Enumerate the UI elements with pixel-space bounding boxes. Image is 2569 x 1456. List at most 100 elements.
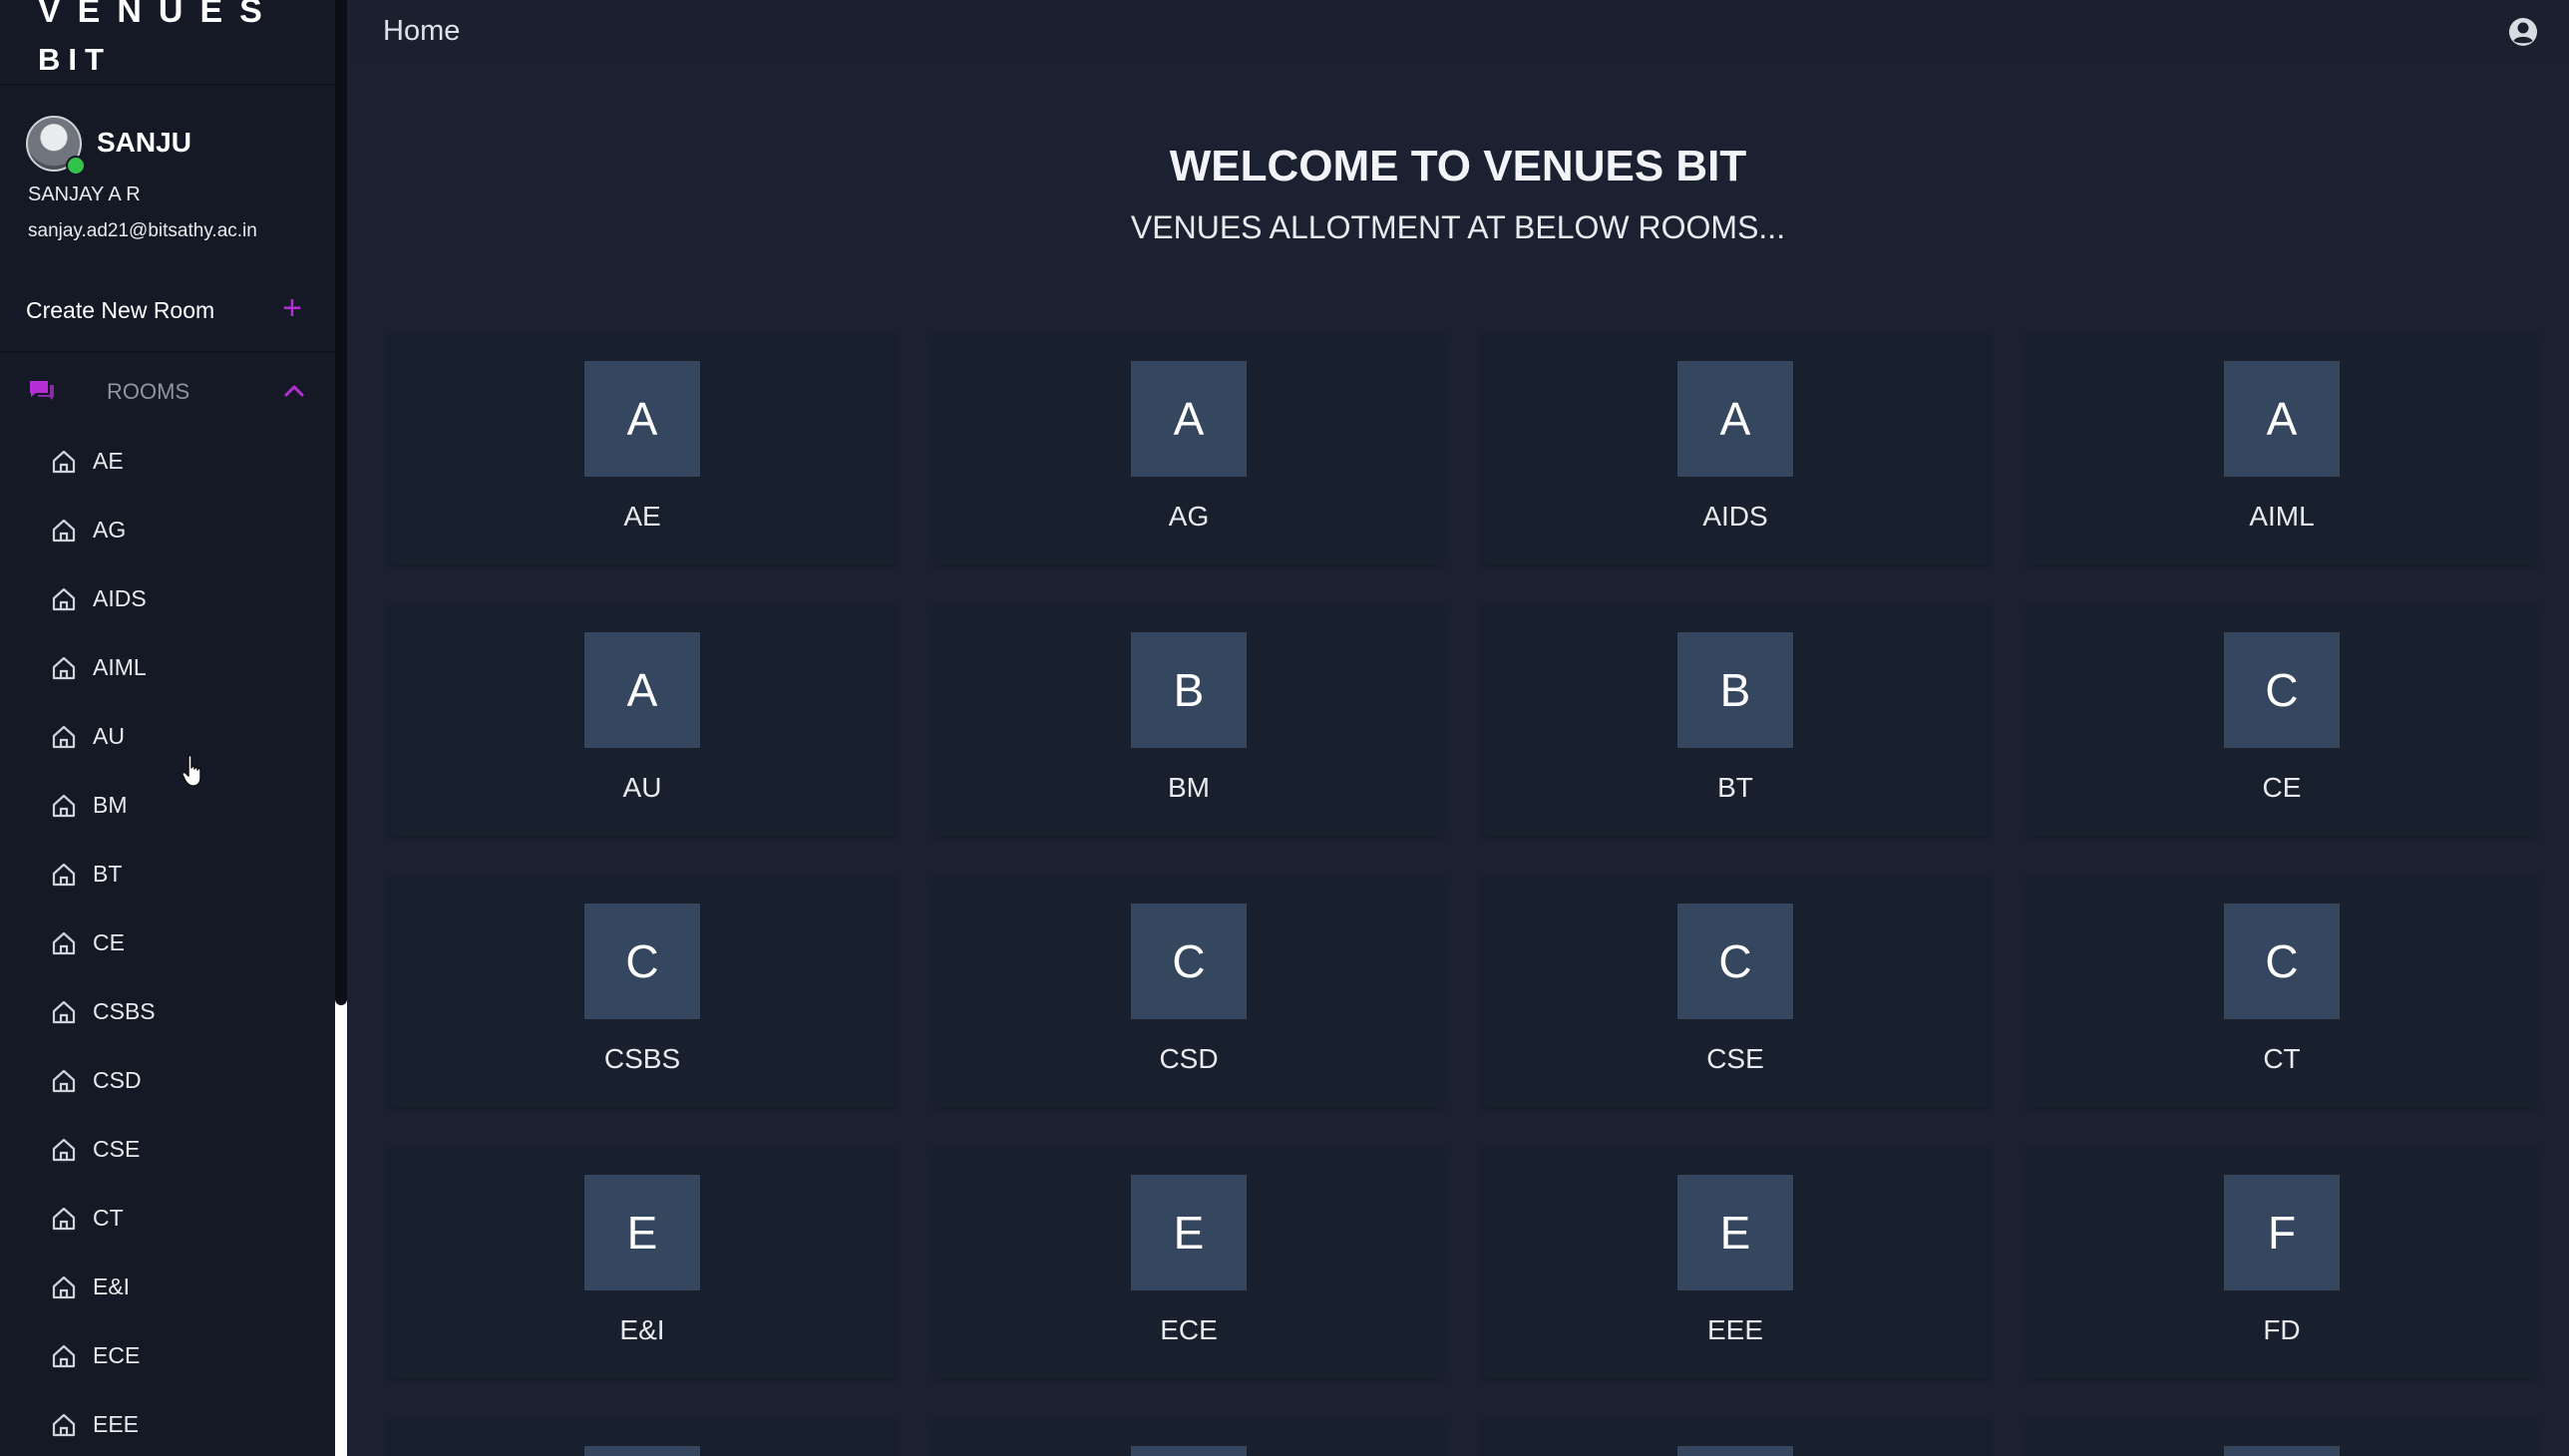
home-icon [52, 794, 76, 818]
room-card[interactable] [2028, 1418, 2535, 1456]
room-card[interactable]: C CSD [935, 876, 1442, 1107]
room-card[interactable]: F FD [2028, 1147, 2535, 1378]
room-card-label: ECE [1160, 1314, 1218, 1345]
create-new-room-label: Create New Room [26, 297, 215, 323]
home-icon [52, 863, 76, 887]
sidebar-room-item[interactable]: AIML [0, 635, 335, 699]
room-initial-tile: E [584, 1175, 700, 1290]
app-root: VENUES BIT SANJU SANJAY A R sanjay.ad21@… [0, 0, 2569, 1456]
plus-icon[interactable]: + [282, 291, 302, 325]
room-card[interactable] [1482, 1418, 1989, 1456]
room-card-label: AE [623, 501, 661, 532]
sidebar-room-item[interactable]: CSBS [0, 979, 335, 1043]
welcome-subtitle: VENUES ALLOTMENT AT BELOW ROOMS... [1130, 209, 1786, 245]
room-card[interactable]: E E&I [389, 1147, 896, 1378]
top-bar: Home [347, 0, 2569, 64]
room-initial-tile [1131, 1446, 1247, 1456]
room-card[interactable]: B BT [1482, 604, 1989, 836]
chat-icon [30, 381, 54, 400]
sidebar-room-item[interactable]: AIDS [0, 566, 335, 630]
sidebar-room-item[interactable]: AU [0, 704, 335, 768]
account-circle-icon[interactable] [2507, 16, 2539, 48]
home-icon [52, 931, 76, 955]
user-email: sanjay.ad21@bitsathy.ac.in [28, 220, 257, 241]
room-card-label: BT [1717, 772, 1753, 803]
sidebar-room-item[interactable]: CT [0, 1186, 335, 1250]
room-card[interactable]: C CE [2028, 604, 2535, 836]
sidebar-room-label: EEE [93, 1411, 140, 1437]
room-initial-tile [1677, 1446, 1793, 1456]
home-icon [52, 725, 76, 749]
room-card[interactable]: B BM [935, 604, 1442, 836]
room-initial-tile: C [2224, 632, 2340, 748]
home-icon [52, 1207, 76, 1231]
room-card-label: CE [2262, 772, 2302, 803]
sidebar-room-item[interactable]: CSD [0, 1048, 335, 1112]
room-card[interactable]: C CSE [1482, 876, 1989, 1107]
home-icon [52, 1000, 76, 1024]
home-icon [52, 519, 76, 543]
mouse-pointer-hand-icon [182, 754, 201, 787]
rooms-section-toggle[interactable]: ROOMS [0, 367, 335, 417]
sidebar-room-item[interactable]: BT [0, 842, 335, 906]
brand-title-line2: BIT [38, 42, 112, 77]
room-card-label: EEE [1706, 1314, 1764, 1345]
sidebar-room-label: CSBS [93, 998, 156, 1024]
room-card-label: AIML [2249, 501, 2315, 532]
sidebar-room-label: BM [93, 792, 128, 818]
brand-title-line1: VENUES [38, 0, 279, 30]
room-initial-tile: B [1131, 632, 1247, 748]
home-icon [52, 1275, 76, 1299]
sidebar-room-label: CSE [93, 1136, 141, 1162]
sidebar-room-item[interactable]: EEE [0, 1392, 335, 1456]
room-initial-tile: A [2224, 361, 2340, 477]
page-title: Home [383, 15, 461, 47]
room-card[interactable]: E ECE [935, 1147, 1442, 1378]
room-card-label: CSD [1159, 1043, 1219, 1074]
room-initial-tile: E [1677, 1175, 1793, 1290]
room-card-label: E&I [619, 1314, 665, 1345]
sidebar-room-item[interactable]: AG [0, 498, 335, 561]
user-nickname: SANJU [97, 127, 191, 158]
online-status-indicator [66, 156, 86, 176]
room-card-label: CSBS [603, 1043, 681, 1074]
sidebar-room-item[interactable]: BM [0, 773, 335, 837]
sidebar-room-item[interactable]: E&I [0, 1255, 335, 1318]
room-initial-tile: F [2224, 1175, 2340, 1290]
sidebar-room-item[interactable]: AE [0, 429, 335, 493]
sidebar-room-label: AG [93, 517, 127, 543]
room-card[interactable]: A AIDS [1482, 333, 1989, 564]
room-card[interactable]: C CSBS [389, 876, 896, 1107]
home-icon [52, 450, 76, 474]
sidebar-room-label: CE [93, 929, 125, 955]
room-card[interactable]: C CT [2028, 876, 2535, 1107]
home-icon [52, 1138, 76, 1162]
home-icon [52, 587, 76, 611]
sidebar-room-item[interactable]: CE [0, 910, 335, 974]
welcome-heading: WELCOME TO VENUES BIT [1169, 142, 1747, 190]
room-card[interactable]: A AG [935, 333, 1442, 564]
room-card-label: AU [622, 772, 662, 803]
room-initial-tile: A [584, 632, 700, 748]
room-card[interactable]: E EEE [1482, 1147, 1989, 1378]
room-card[interactable] [389, 1418, 896, 1456]
sidebar-room-label: BT [93, 861, 123, 887]
create-new-room-button[interactable]: Create New Room + [0, 283, 335, 339]
room-card[interactable]: A AIML [2028, 333, 2535, 564]
sidebar-room-label: CT [93, 1205, 124, 1231]
room-initial-tile: C [2224, 904, 2340, 1019]
room-initial-tile: B [1677, 632, 1793, 748]
room-card[interactable]: A AU [389, 604, 896, 836]
home-icon [52, 656, 76, 680]
room-card-label: BM [1168, 772, 1210, 803]
home-icon [52, 1413, 76, 1437]
chevron-up-icon[interactable] [283, 381, 305, 401]
room-initial-tile: A [1131, 361, 1247, 477]
room-initial-tile: E [1131, 1175, 1247, 1290]
sidebar-scrollbar-thumb[interactable] [335, 0, 347, 1005]
room-card[interactable]: A AE [389, 333, 896, 564]
brand-logo: VENUES BIT [0, 0, 335, 86]
sidebar-room-item[interactable]: CSE [0, 1117, 335, 1181]
sidebar-room-item[interactable]: ECE [0, 1323, 335, 1387]
room-card[interactable] [935, 1418, 1442, 1456]
